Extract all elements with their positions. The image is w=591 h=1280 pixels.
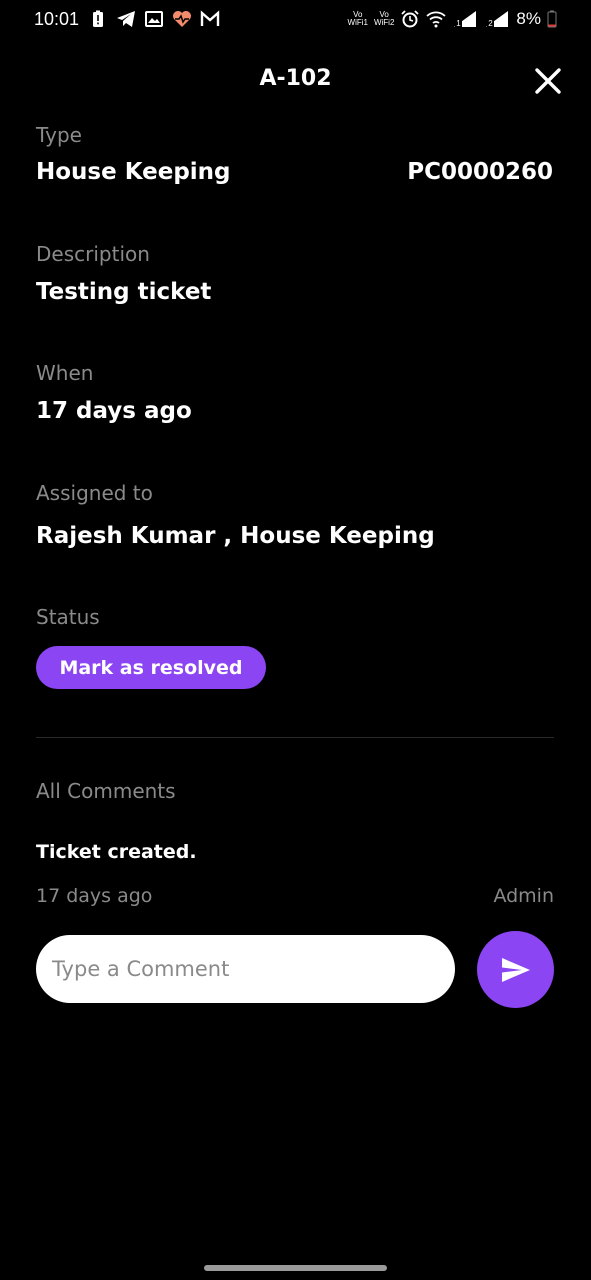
status-bar: 10:01 Vo WiFi1 Vo WiFi2 1 2 8% bbox=[0, 0, 591, 42]
type-label: Type bbox=[36, 123, 82, 147]
comment-author: Admin bbox=[493, 885, 554, 907]
description-label: Description bbox=[36, 242, 150, 266]
svg-text:2: 2 bbox=[489, 19, 494, 28]
type-value: House Keeping bbox=[36, 159, 231, 185]
telegram-icon bbox=[117, 11, 135, 27]
send-button[interactable] bbox=[477, 931, 554, 1008]
battery-icon bbox=[547, 10, 557, 28]
when-label: When bbox=[36, 361, 94, 385]
svg-text:1: 1 bbox=[457, 19, 462, 28]
mark-resolved-button[interactable]: Mark as resolved bbox=[36, 646, 266, 689]
page-title: A-102 bbox=[259, 66, 332, 91]
description-value: Testing ticket bbox=[36, 279, 212, 305]
comment-text: Ticket created. bbox=[36, 841, 197, 863]
signal-sim2-icon: 2 bbox=[486, 11, 509, 28]
battery-percent: 8% bbox=[516, 9, 541, 28]
vowifi2-icon: Vo WiFi2 bbox=[373, 10, 395, 27]
close-icon[interactable] bbox=[533, 66, 563, 96]
alarm-icon bbox=[401, 10, 420, 28]
comment-time: 17 days ago bbox=[36, 885, 153, 907]
when-value: 17 days ago bbox=[36, 398, 192, 424]
comment-input[interactable] bbox=[36, 935, 455, 1003]
status-time: 10:01 bbox=[34, 9, 80, 29]
battery-alert-icon bbox=[93, 10, 103, 27]
signal-sim1-icon: 1 bbox=[454, 11, 477, 28]
assigned-value: Rajesh Kumar , House Keeping bbox=[36, 523, 435, 549]
notification-icons bbox=[88, 10, 220, 28]
heart-pulse-icon bbox=[173, 11, 191, 27]
divider bbox=[36, 737, 554, 738]
gmail-icon bbox=[200, 10, 220, 26]
gallery-icon bbox=[145, 11, 163, 27]
assigned-label: Assigned to bbox=[36, 481, 153, 505]
wifi-icon bbox=[426, 11, 447, 28]
ticket-id: PC0000260 bbox=[407, 159, 553, 185]
home-indicator[interactable] bbox=[204, 1265, 387, 1271]
system-icons: Vo WiFi1 Vo WiFi2 1 2 8% bbox=[348, 9, 557, 29]
comments-section-label: All Comments bbox=[36, 779, 176, 803]
vowifi1-icon: Vo WiFi1 bbox=[347, 10, 368, 27]
send-icon bbox=[501, 957, 530, 982]
status-label: Status bbox=[36, 605, 100, 629]
